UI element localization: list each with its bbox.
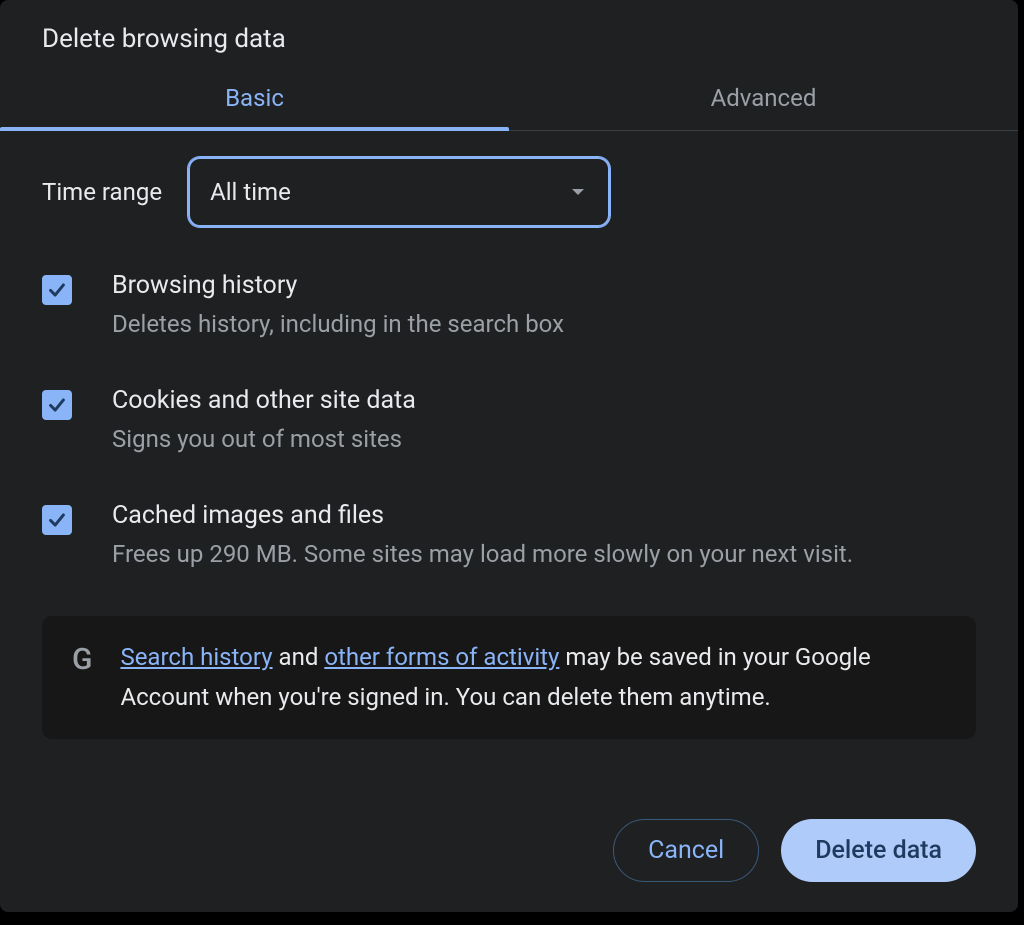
option-desc: Signs you out of most sites — [112, 421, 976, 457]
tab-advanced[interactable]: Advanced — [509, 84, 1018, 130]
info-text-mid: and — [273, 643, 325, 671]
option-title: Cached images and files — [112, 501, 976, 530]
option-browsing-history: Browsing history Deletes history, includ… — [42, 271, 976, 342]
delete-data-button[interactable]: Delete data — [781, 819, 976, 882]
dialog-footer: Cancel Delete data — [613, 819, 976, 882]
time-range-dropdown[interactable]: All time — [188, 157, 610, 227]
checkbox-cookies[interactable] — [42, 390, 72, 420]
tabs: Basic Advanced — [0, 84, 1018, 131]
link-search-history[interactable]: Search history — [120, 643, 272, 671]
checkbox-browsing-history[interactable] — [42, 275, 72, 305]
tab-basic[interactable]: Basic — [0, 84, 509, 130]
link-other-activity[interactable]: other forms of activity — [324, 643, 559, 671]
option-cookies: Cookies and other site data Signs you ou… — [42, 386, 976, 457]
option-text: Cookies and other site data Signs you ou… — [112, 386, 976, 457]
chevron-down-icon — [572, 189, 584, 195]
time-range-label: Time range — [42, 178, 162, 206]
option-title: Browsing history — [112, 271, 976, 300]
option-desc: Deletes history, including in the search… — [112, 306, 976, 342]
info-text: Search history and other forms of activi… — [120, 638, 946, 717]
option-text: Browsing history Deletes history, includ… — [112, 271, 976, 342]
google-account-info: G Search history and other forms of acti… — [42, 616, 976, 739]
check-icon — [46, 394, 68, 416]
delete-browsing-data-dialog: Delete browsing data Basic Advanced Time… — [0, 0, 1018, 912]
check-icon — [46, 279, 68, 301]
option-cached: Cached images and files Frees up 290 MB.… — [42, 501, 976, 572]
check-icon — [46, 509, 68, 531]
checkbox-cached[interactable] — [42, 505, 72, 535]
option-title: Cookies and other site data — [112, 386, 976, 415]
options-list: Browsing history Deletes history, includ… — [0, 227, 1018, 572]
option-text: Cached images and files Frees up 290 MB.… — [112, 501, 976, 572]
dialog-title: Delete browsing data — [0, 0, 1018, 54]
cancel-button[interactable]: Cancel — [613, 819, 759, 882]
google-g-icon: G — [72, 642, 92, 677]
option-desc: Frees up 290 MB. Some sites may load mor… — [112, 536, 976, 572]
time-range-value: All time — [210, 178, 291, 206]
time-range-row: Time range All time — [0, 131, 1018, 227]
